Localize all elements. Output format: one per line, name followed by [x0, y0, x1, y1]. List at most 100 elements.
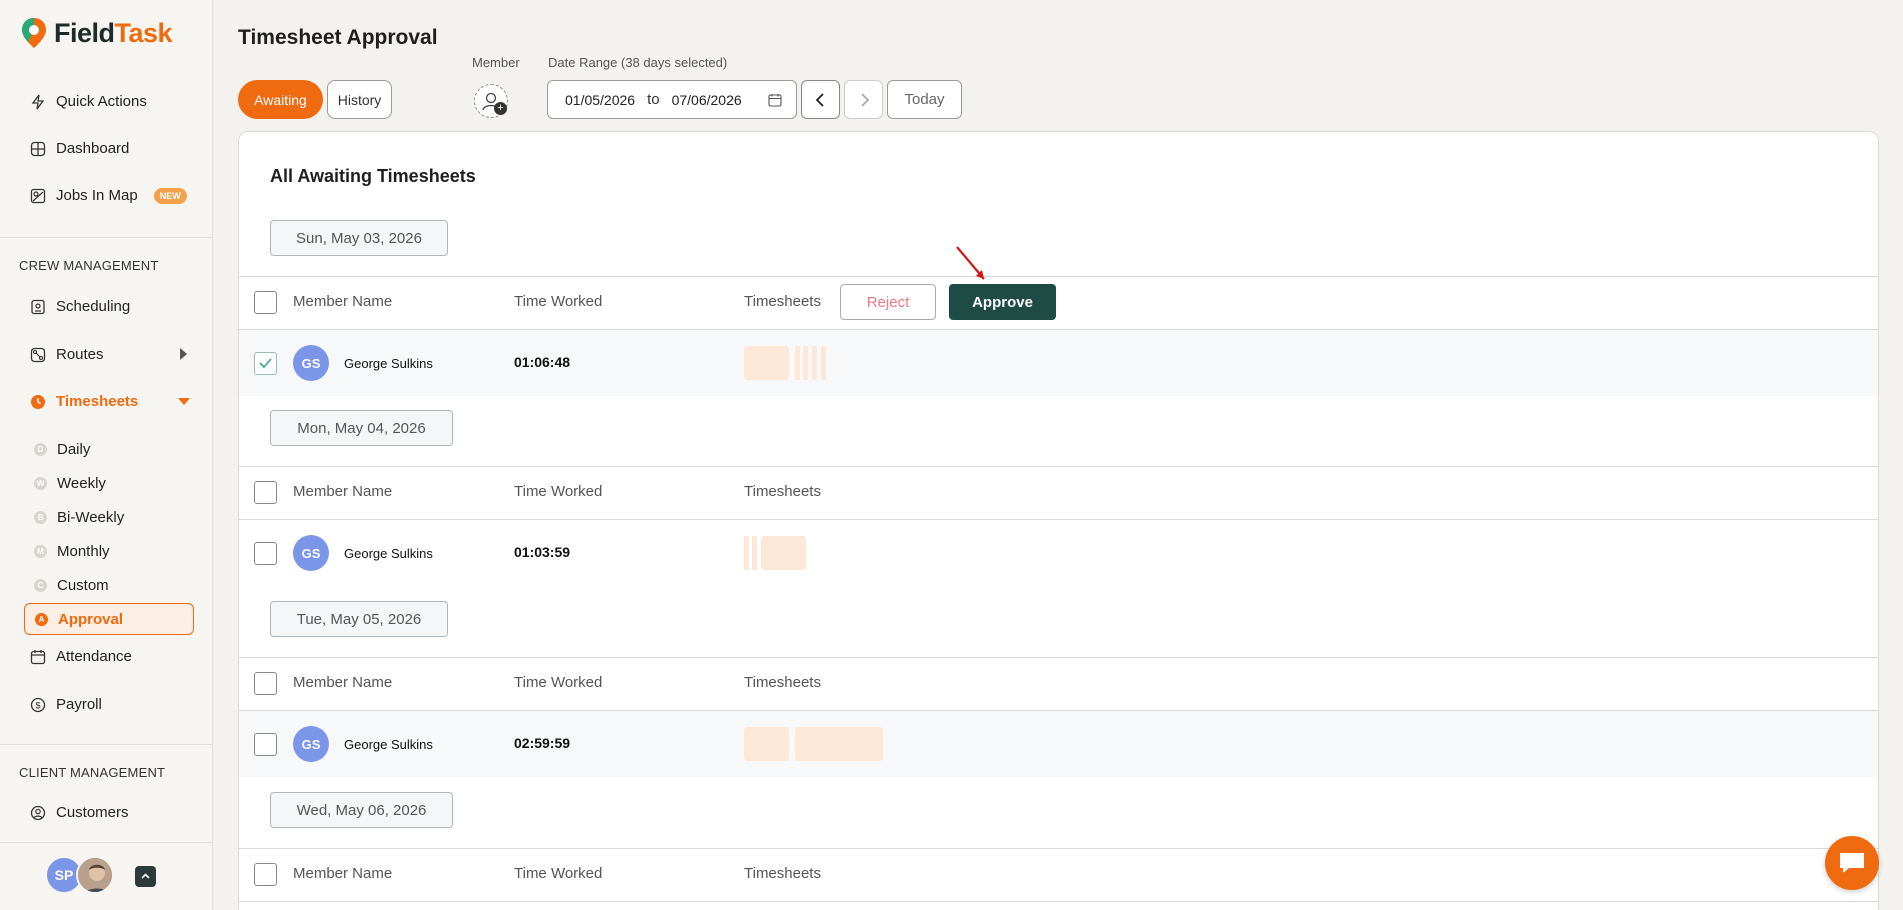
panel-title: All Awaiting Timesheets — [270, 166, 476, 186]
member-name: George Sulkins — [344, 546, 433, 561]
nav-label: Attendance — [56, 648, 132, 665]
date-to-separator: to — [647, 91, 660, 108]
logo-pin-icon — [20, 16, 48, 50]
date-chip: Mon, May 04, 2026 — [270, 410, 453, 446]
nav-label: Routes — [56, 346, 104, 363]
map-icon — [30, 188, 46, 203]
sub-nav-label: Custom — [57, 577, 109, 594]
dashboard-icon — [30, 141, 46, 156]
avatar: GS — [293, 535, 329, 571]
chat-support-button[interactable] — [1825, 836, 1879, 890]
annotation-arrow-icon — [956, 246, 985, 280]
col-time-worked: Time Worked — [514, 293, 603, 310]
row-checkbox[interactable] — [254, 542, 277, 565]
timesheets-collapse-icon[interactable] — [178, 398, 190, 405]
col-timesheets: Timesheets — [744, 865, 821, 882]
timesheet-segment[interactable] — [744, 346, 789, 380]
table-row[interactable]: GS George Sulkins 01:06:48 — [239, 330, 1878, 396]
sub-nav-monthly[interactable]: M Monthly — [34, 543, 110, 560]
timesheet-segment[interactable] — [795, 346, 800, 380]
member-name: George Sulkins — [344, 356, 433, 371]
col-timesheets: Timesheets — [744, 674, 821, 691]
timesheet-segment[interactable] — [821, 346, 826, 380]
col-member-name: Member Name — [293, 293, 393, 310]
sub-nav-bi-weekly[interactable]: B Bi-Weekly — [34, 509, 124, 526]
timesheet-segment[interactable] — [795, 727, 883, 761]
customers-icon — [30, 805, 46, 820]
letter-a-icon: A — [35, 612, 48, 626]
divider — [239, 901, 1878, 902]
user-avatar-photo[interactable] — [76, 856, 114, 894]
sub-nav-custom[interactable]: C Custom — [34, 577, 109, 594]
sidebar-divider — [0, 237, 212, 238]
reject-button[interactable]: Reject — [840, 284, 936, 320]
user-bar: SP — [0, 842, 212, 910]
sub-nav-label: Daily — [57, 441, 91, 458]
letter-m-icon: M — [34, 545, 47, 558]
calendar-icon[interactable] — [768, 93, 782, 107]
row-checkbox[interactable] — [254, 733, 277, 756]
expand-user-menu-button[interactable] — [135, 866, 156, 887]
nav-routes[interactable]: Routes — [30, 346, 104, 363]
date-range-label: Date Range (38 days selected) — [548, 55, 728, 70]
timesheet-segment[interactable] — [752, 536, 757, 570]
timesheet-segment[interactable] — [812, 346, 817, 380]
sub-nav-label: Bi-Weekly — [57, 509, 125, 526]
timesheet-segment[interactable] — [761, 536, 806, 570]
checkmark-icon — [259, 358, 272, 369]
date-from[interactable]: 01/05/2026 — [565, 92, 635, 108]
select-all-checkbox[interactable] — [254, 291, 277, 314]
nav-customers[interactable]: Customers — [30, 804, 129, 821]
table-row[interactable]: GS George Sulkins 01:03:59 — [239, 520, 1878, 586]
table-header-row: Member Name Time Worked Timesheets — [239, 848, 1878, 901]
nav-label: Dashboard — [56, 140, 130, 157]
col-timesheets: Timesheets — [744, 483, 821, 500]
scheduling-icon — [31, 299, 45, 314]
awaiting-timesheets-panel: All Awaiting Timesheets Sun, May 03, 202… — [238, 131, 1879, 910]
nav-attendance[interactable]: Attendance — [30, 648, 132, 665]
timesheet-segment[interactable] — [744, 536, 749, 570]
date-chip: Wed, May 06, 2026 — [270, 792, 453, 828]
new-badge: NEW — [153, 187, 187, 204]
nav-payroll[interactable]: $ Payroll — [30, 696, 102, 713]
nav-label: Payroll — [56, 696, 102, 713]
plus-icon: + — [494, 102, 507, 115]
select-all-checkbox[interactable] — [254, 863, 277, 886]
payroll-icon: $ — [30, 697, 46, 712]
time-worked: 02:59:59 — [514, 735, 571, 751]
nav-label: Timesheets — [56, 393, 139, 410]
date-chip: Tue, May 05, 2026 — [270, 601, 448, 637]
select-all-checkbox[interactable] — [254, 481, 277, 504]
letter-b-icon: B — [34, 511, 47, 524]
tab-awaiting[interactable]: Awaiting — [238, 80, 323, 119]
sub-nav-daily[interactable]: D Daily — [34, 441, 90, 458]
sub-nav-label: Approval — [58, 610, 124, 628]
timesheet-segment[interactable] — [803, 346, 808, 380]
nav-quick-actions[interactable]: Quick Actions — [30, 93, 147, 110]
timesheet-segment[interactable] — [744, 727, 789, 761]
table-row[interactable]: GS George Sulkins 02:59:59 — [239, 711, 1878, 777]
chevron-left-icon — [815, 92, 824, 107]
sub-nav-weekly[interactable]: W Weekly — [34, 475, 106, 492]
col-time-worked: Time Worked — [514, 865, 603, 882]
nav-label: Jobs In Map — [56, 187, 138, 204]
today-button[interactable]: Today — [887, 80, 962, 119]
approve-button[interactable]: Approve — [949, 284, 1056, 320]
time-worked: 01:03:59 — [514, 544, 571, 560]
sidebar: FieldTask Quick Actions Dashboard Jobs I… — [0, 0, 213, 910]
previous-range-button[interactable] — [801, 80, 840, 119]
row-checkbox[interactable] — [254, 352, 277, 375]
date-to[interactable]: 07/06/2026 — [672, 92, 742, 108]
nav-dashboard[interactable]: Dashboard — [30, 140, 129, 157]
routes-expand-icon[interactable] — [180, 348, 187, 360]
sub-nav-approval[interactable]: A Approval — [24, 603, 194, 635]
select-all-checkbox[interactable] — [254, 672, 277, 695]
fieldtask-logo[interactable]: FieldTask — [20, 16, 173, 50]
nav-scheduling[interactable]: Scheduling — [30, 298, 130, 315]
next-range-button[interactable] — [844, 80, 883, 119]
tab-history[interactable]: History — [327, 80, 392, 119]
nav-timesheets[interactable]: Timesheets — [30, 393, 138, 410]
nav-jobs-in-map[interactable]: Jobs In Map NEW — [30, 187, 187, 204]
avatar: GS — [293, 345, 329, 381]
date-range-picker[interactable]: 01/05/2026 to 07/06/2026 — [547, 80, 797, 119]
